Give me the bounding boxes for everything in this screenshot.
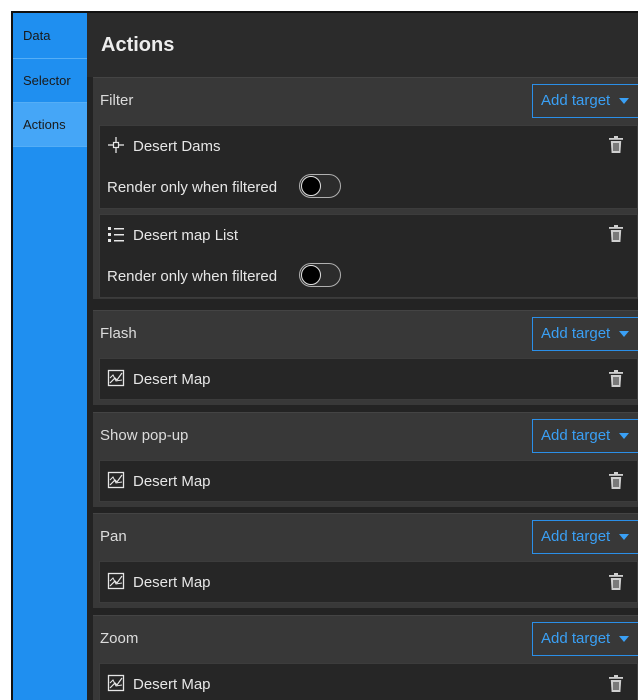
filter-target-desert-map-list: Desert map List Render only when filtere…	[99, 214, 638, 298]
trash-icon[interactable]	[609, 472, 623, 489]
target-label: Desert Map	[133, 676, 211, 693]
popup-label: Show pop-up	[100, 427, 189, 444]
page-title: Actions	[87, 13, 638, 77]
filter-label: Filter	[100, 92, 134, 109]
target-row: Desert Map	[107, 674, 211, 696]
sidebar: Data Selector Actions	[13, 13, 87, 700]
map-icon	[107, 471, 125, 489]
add-target-label: Add target	[541, 427, 611, 444]
pan-target-desert-map: Desert Map	[99, 561, 638, 603]
chevron-down-icon	[619, 331, 629, 337]
target-row: Desert Map	[107, 471, 211, 493]
target-row: Desert Map	[107, 369, 211, 391]
map-icon	[107, 572, 125, 590]
popup-target-desert-map: Desert Map	[99, 460, 638, 502]
popup-section: Show pop-up Add target Desert Map	[93, 412, 638, 507]
filter-section: Filter Add target Desert Dams Render onl…	[93, 77, 638, 299]
trash-icon[interactable]	[609, 675, 623, 692]
trash-icon[interactable]	[609, 136, 623, 153]
target-label: Desert map List	[133, 227, 239, 244]
tab-selector-label: Selector	[23, 73, 71, 88]
filter-add-target-button[interactable]: Add target	[532, 84, 638, 118]
popup-add-target-button[interactable]: Add target	[532, 419, 638, 453]
toggle-knob	[301, 265, 321, 285]
filter-section-header: Filter Add target	[93, 78, 638, 126]
map-icon	[107, 369, 125, 387]
trash-icon[interactable]	[609, 370, 623, 387]
trash-icon[interactable]	[609, 573, 623, 590]
zoom-add-target-button[interactable]: Add target	[532, 622, 638, 656]
target-label: Desert Map	[133, 371, 211, 388]
target-row: Desert Dams	[107, 136, 221, 158]
render-only-label: Render only when filtered	[107, 268, 278, 285]
target-label: Desert Dams	[133, 138, 221, 155]
target-label: Desert Map	[133, 473, 211, 490]
popup-section-header: Show pop-up Add target	[93, 413, 638, 461]
toggle-knob	[301, 176, 321, 196]
pan-label: Pan	[100, 528, 127, 545]
zoom-label: Zoom	[100, 630, 139, 647]
tab-data[interactable]: Data	[13, 13, 87, 59]
panel-frame: Data Selector Actions Actions Filter Add…	[11, 11, 638, 700]
actions-panel: Actions Filter Add target Desert Dams Re…	[87, 13, 638, 700]
add-target-label: Add target	[541, 92, 611, 109]
chevron-down-icon	[619, 534, 629, 540]
add-target-label: Add target	[541, 630, 611, 647]
flash-label: Flash	[100, 325, 137, 342]
list-icon	[108, 227, 124, 242]
target-label: Desert Map	[133, 574, 211, 591]
tab-data-label: Data	[23, 28, 51, 43]
chevron-down-icon	[619, 433, 629, 439]
flash-section: Flash Add target Desert Map	[93, 310, 638, 405]
render-only-toggle[interactable]	[299, 263, 341, 287]
render-only-toggle[interactable]	[299, 174, 341, 198]
chevron-down-icon	[619, 98, 629, 104]
flash-section-header: Flash Add target	[93, 311, 638, 359]
tab-actions-label: Actions	[23, 117, 66, 132]
trash-icon[interactable]	[609, 225, 623, 242]
target-row: Desert map List	[107, 225, 238, 247]
chevron-down-icon	[619, 636, 629, 642]
flash-target-desert-map: Desert Map	[99, 358, 638, 400]
zoom-target-desert-map: Desert Map	[99, 663, 638, 700]
map-icon	[107, 674, 125, 692]
point-layer-icon	[108, 137, 124, 153]
pan-section: Pan Add target Desert Map	[93, 513, 638, 608]
tab-actions[interactable]: Actions	[13, 103, 87, 147]
add-target-label: Add target	[541, 528, 611, 545]
filter-target-desert-dams: Desert Dams Render only when filtered	[99, 125, 638, 209]
zoom-section: Zoom Add target Desert Map	[93, 615, 638, 700]
target-row: Desert Map	[107, 572, 211, 594]
add-target-label: Add target	[541, 325, 611, 342]
zoom-section-header: Zoom Add target	[93, 616, 638, 664]
pan-add-target-button[interactable]: Add target	[532, 520, 638, 554]
tab-selector[interactable]: Selector	[13, 59, 87, 103]
pan-section-header: Pan Add target	[93, 514, 638, 562]
render-only-label: Render only when filtered	[107, 179, 278, 196]
flash-add-target-button[interactable]: Add target	[532, 317, 638, 351]
